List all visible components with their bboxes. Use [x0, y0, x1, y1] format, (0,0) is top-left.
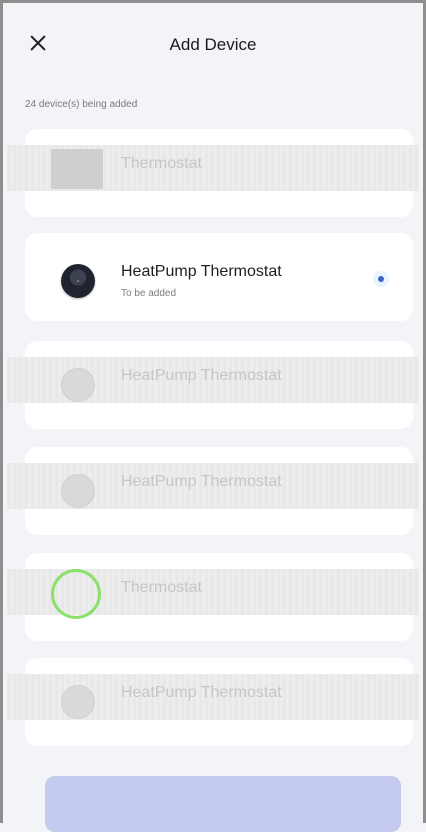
device-name: Thermostat: [121, 155, 202, 172]
thermostat-icon: [61, 474, 95, 508]
device-name: HeatPump Thermostat: [121, 473, 282, 490]
device-card[interactable]: ◦ HeatPump Thermostat To be added: [25, 233, 413, 321]
adding-status-text: 24 device(s) being added: [25, 99, 138, 110]
device-card[interactable]: HeatPump Thermostat: [7, 658, 419, 746]
radio-selected-icon[interactable]: [373, 271, 389, 287]
thermostat-icon: [61, 685, 95, 719]
loading-ring-icon: [51, 569, 101, 619]
device-card[interactable]: HeatPump Thermostat: [7, 447, 419, 535]
device-card[interactable]: Thermostat: [7, 553, 419, 641]
bottom-action-button[interactable]: [45, 776, 401, 832]
page-title: Add Device: [169, 35, 257, 54]
thermostat-display-icon: ◦: [76, 276, 80, 286]
device-status: To be added: [121, 288, 177, 299]
device-name: Thermostat: [121, 579, 202, 596]
thermostat-icon: [51, 149, 103, 189]
add-device-screen: Add Device 24 device(s) being added Ther…: [0, 0, 426, 832]
device-name: HeatPump Thermostat: [121, 367, 282, 384]
thermostat-icon: [61, 368, 95, 402]
device-name: HeatPump Thermostat: [121, 684, 282, 701]
header: Add Device: [3, 23, 423, 67]
device-card[interactable]: Thermostat: [7, 129, 419, 217]
device-name: HeatPump Thermostat: [121, 263, 282, 280]
thermostat-icon: ◦: [61, 264, 95, 298]
device-card[interactable]: HeatPump Thermostat: [7, 341, 419, 429]
